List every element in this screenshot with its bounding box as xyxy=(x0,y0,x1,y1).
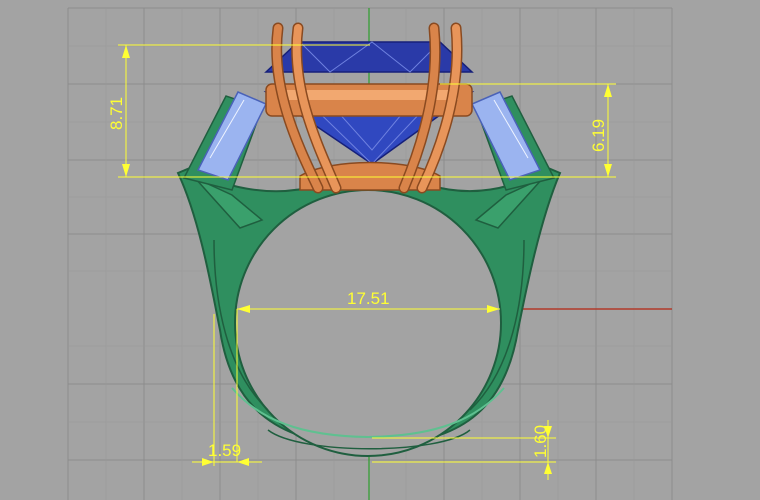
rhino-viewport[interactable]: 8.71 6.19 17.51 1.59 1.60 xyxy=(0,0,760,500)
dimension-height-side-label: 6.19 xyxy=(589,119,608,152)
dimension-shank-thickness-label: 1.60 xyxy=(531,425,550,458)
dimension-shank-width-label: 1.59 xyxy=(208,441,241,460)
dimension-height-total-label: 8.71 xyxy=(107,97,126,130)
viewport-canvas[interactable]: 8.71 6.19 17.51 1.59 1.60 xyxy=(0,0,760,500)
dimension-inner-diameter-label: 17.51 xyxy=(347,289,390,308)
